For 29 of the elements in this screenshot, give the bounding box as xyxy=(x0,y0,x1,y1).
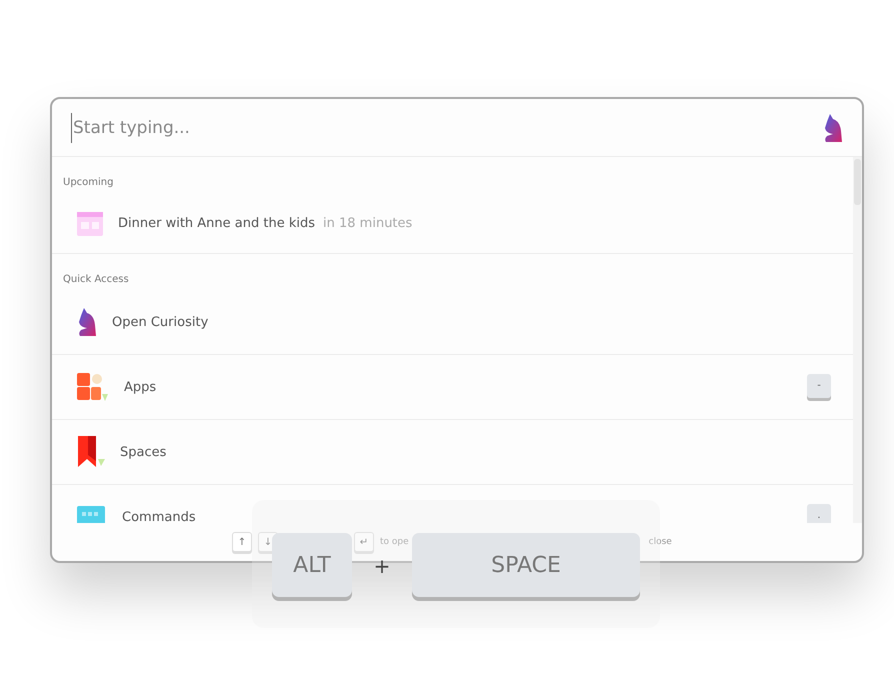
search-field[interactable]: Start typing... xyxy=(71,112,822,142)
plus-sign: + xyxy=(372,556,392,576)
scrollbar[interactable] xyxy=(853,157,862,523)
keycap: ALT xyxy=(272,533,352,597)
calendar-icon xyxy=(76,209,104,237)
item-label: Open Curiosity xyxy=(112,314,208,330)
list-item[interactable]: Spaces xyxy=(52,420,853,485)
item-label: Dinner with Anne and the kids xyxy=(118,216,316,230)
list-item[interactable]: Open Curiosity xyxy=(52,290,853,355)
time-note: in 18 minutes xyxy=(323,216,412,230)
section-title: Quick Access xyxy=(62,273,130,287)
item-label: Apps xyxy=(124,380,156,394)
bookmark-icon xyxy=(76,435,106,469)
key-hint: ↑ xyxy=(232,532,252,552)
shortcut-key: - xyxy=(807,374,831,398)
curiosity-logo-icon xyxy=(76,307,98,337)
curiosity-logo-icon xyxy=(822,112,844,142)
shortcut-key: . xyxy=(807,504,831,523)
list-item[interactable]: Dinner with Anne and the kids in 18 minutes xyxy=(52,193,853,254)
app-blocks-icon xyxy=(76,372,110,402)
hint-text: close xyxy=(648,537,672,547)
keyboard-icon xyxy=(76,503,108,523)
section-title: Upcoming xyxy=(62,176,114,190)
keycap: SPACE xyxy=(412,533,640,597)
item-label: Spaces xyxy=(120,444,166,460)
key-hint: ↵ xyxy=(354,532,374,552)
hint-text: to ope xyxy=(380,537,409,547)
list-item[interactable]: Apps - xyxy=(52,355,853,420)
item-label: Commands xyxy=(122,510,196,523)
